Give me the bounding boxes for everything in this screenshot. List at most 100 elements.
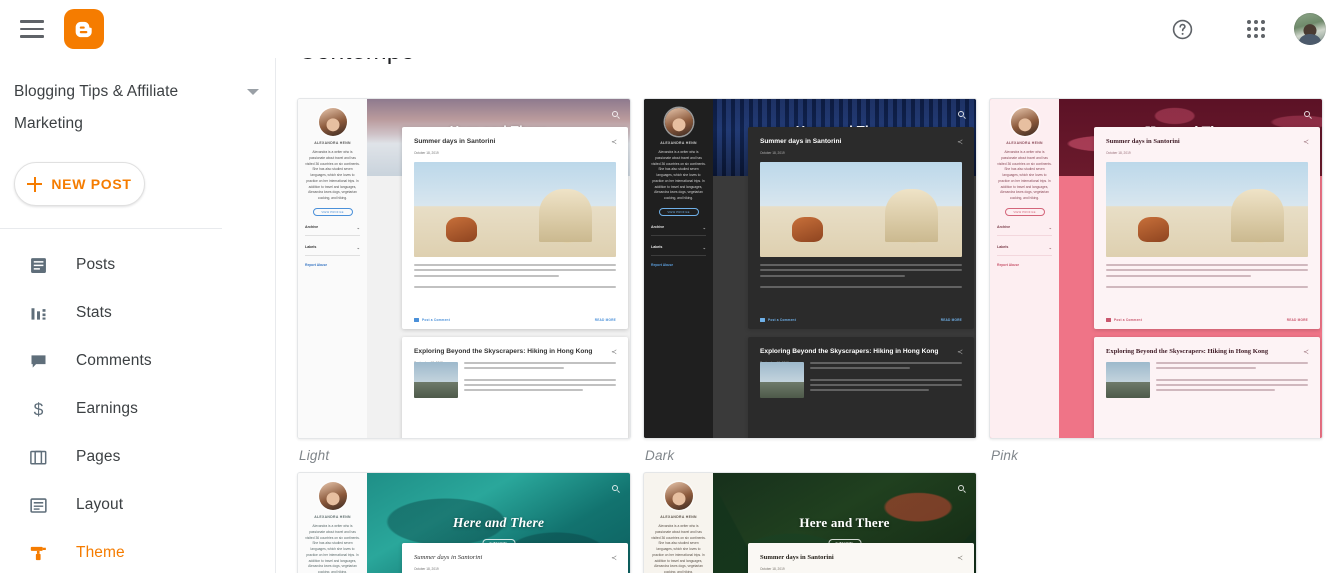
preview-widget-labels: Labels ⌄ [997,245,1052,256]
apps-grid-icon[interactable] [1236,9,1276,49]
theme-icon [26,541,50,565]
preview-body: ≺ Summer days in Santorini October 18, 2… [367,127,630,438]
sidebar-item-stats[interactable]: Stats [0,289,275,337]
preview-post-card: ≺ Summer days in Santorini October 18, 2… [748,127,974,329]
preview-post-card: ≺ Summer days in Santorini October 18, 2… [748,543,974,573]
new-post-label: NEW POST [51,176,132,192]
preview-sidebar: ALEXANDRA HENN Alexandra is a writer who… [644,99,713,438]
avatar[interactable] [1294,13,1326,45]
sidebar-item-theme[interactable]: Theme [0,529,275,573]
blog-selector[interactable]: Blogging Tips & Affiliate Marketing [0,58,275,140]
search-icon [612,485,618,491]
theme-card-light[interactable]: ALEXANDRA HENN Alexandra is a writer who… [297,98,631,439]
preview-report-abuse-link: Report Abuse [305,262,328,267]
sidebar-item-pages[interactable]: Pages [0,433,275,481]
theme-row: ALEXANDRA HENN Alexandra is a writer who… [297,98,1342,463]
sidebar-item-label: Theme [76,544,125,561]
preview-comment-link: Post a Comment [760,318,796,322]
sidebar-item-label: Layout [76,496,124,513]
preview-post-title: Exploring Beyond the Skyscrapers: Hiking… [760,348,939,355]
theme-card-tropical[interactable]: ALEXANDRA HENN Alexandra is a writer who… [643,472,977,573]
theme-card-dark[interactable]: ALEXANDRA HENN Alexandra is a writer who… [643,98,977,439]
preview-post-date: October 18, 2019 [1106,151,1131,156]
preview-author-avatar [318,482,347,510]
share-icon: ≺ [1303,349,1309,356]
preview-body: ≺ Summer days in Santorini October 18, 2… [1059,127,1322,438]
sidebar-item-earnings[interactable]: $ Earnings [0,385,275,433]
sidebar-item-comments[interactable]: Comments [0,337,275,385]
preview-widget-label: Labels [997,245,1009,250]
preview-post-date: October 18, 2019 [414,151,439,156]
preview-sidebar: ALEXANDRA HENN Alexandra is a writer who… [644,473,713,573]
help-circle-icon[interactable] [1162,9,1202,49]
sidebar-item-layout[interactable]: Layout [0,481,275,529]
preview-main: Here and There SUBSCRIBE ≺ Summer days i… [713,473,976,573]
preview-widget-archive: Archive ⌄ [651,225,706,236]
chevron-down-icon: ⌄ [356,244,360,250]
share-icon: ≺ [957,555,963,562]
theme-card-pink[interactable]: ALEXANDRA HENN Alexandra is a writer who… [989,98,1323,439]
preview-sidebar: ALEXANDRA HENN Alexandra is a writer who… [298,473,367,573]
preview-read-more: READ MORE [940,318,962,322]
theme-cell: ALEXANDRA HENN Alexandra is a writer who… [297,472,631,573]
preview-view-profile-button: VIEW PROFILE [1004,207,1045,216]
theme-preview: ALEXANDRA HENN Alexandra is a writer who… [644,99,976,438]
earnings-icon: $ [26,397,50,421]
preview-author-avatar [318,108,347,136]
share-icon: ≺ [957,139,963,146]
new-post-button[interactable]: NEW POST [14,162,145,206]
preview-post-text [414,264,616,288]
share-icon: ≺ [1303,139,1309,146]
sidebar-item-label: Earnings [76,400,138,417]
chevron-down-icon [247,89,259,95]
share-icon: ≺ [611,349,617,356]
preview-author-bio: Alexandra is a writer who is passionate … [651,150,706,201]
chevron-down-icon: ⌄ [702,244,706,250]
preview-post-text [810,362,962,395]
comments-icon [26,349,50,373]
blogger-logo-icon[interactable] [64,9,104,49]
preview-post-thumbnail [760,362,804,398]
chevron-down-icon: ⌄ [356,224,360,230]
preview-author-name: ALEXANDRA HENN [314,515,351,519]
preview-body: ≺ Summer days in Santorini October 18, 2… [713,127,976,438]
preview-post-text [1156,362,1308,395]
preview-main: Here and There SUBSCRIBE ≺ Summer days i… [713,99,976,438]
comment-icon [760,318,765,322]
sidebar-nav-list: Posts Stats Comments $ Earnings Pages La… [0,241,275,573]
stats-icon [26,301,50,325]
search-icon [1304,111,1310,117]
preview-post-text [1106,264,1308,288]
preview-post-date: October 18, 2019 [760,567,785,572]
sidebar-item-posts[interactable]: Posts [0,241,275,289]
preview-post-image [1106,162,1308,258]
preview-sidebar: ALEXANDRA HENN Alexandra is a writer who… [298,99,367,438]
preview-comment-link: Post a Comment [1106,318,1142,322]
preview-post-title: Summer days in Santorini [1106,138,1180,145]
preview-widget-label: Labels [305,245,317,250]
preview-main: Here and There SUBSCRIBE ≺ Summer days i… [1059,99,1322,438]
preview-post-title: Exploring Beyond the Skyscrapers: Hiking… [414,348,593,355]
page-title: Contempo [298,58,415,66]
hamburger-menu-icon[interactable] [20,20,44,38]
preview-author-bio: Alexandra is a writer who is passionate … [651,524,706,573]
theme-card-teal[interactable]: ALEXANDRA HENN Alexandra is a writer who… [297,472,631,573]
share-icon: ≺ [957,349,963,356]
preview-comment-label: Post a Comment [422,318,450,322]
preview-main: Here and There SUBSCRIBE ≺ Summer days i… [367,99,630,438]
preview-blog-title: Here and There [799,515,890,530]
top-app-bar [0,0,1342,58]
preview-post-thumbnail [1106,362,1150,398]
preview-post-title: Summer days in Santorini [760,138,842,145]
preview-author-bio: Alexandra is a writer who is passionate … [305,524,360,573]
preview-post-card: ≺ Summer days in Santorini October 18, 2… [402,127,628,329]
theme-preview: ALEXANDRA HENN Alexandra is a writer who… [990,99,1322,438]
preview-post-card: ≺ Summer days in Santorini October 18, 2… [1094,127,1320,329]
preview-author-avatar [664,108,693,136]
theme-grid: ALEXANDRA HENN Alexandra is a writer who… [297,98,1342,573]
preview-report-abuse-link: Report Abuse [997,262,1020,267]
comment-icon [414,318,419,322]
preview-view-profile-button: VIEW PROFILE [658,207,699,216]
sidebar-item-label: Pages [76,448,121,465]
preview-widget-label: Archive [651,225,665,230]
